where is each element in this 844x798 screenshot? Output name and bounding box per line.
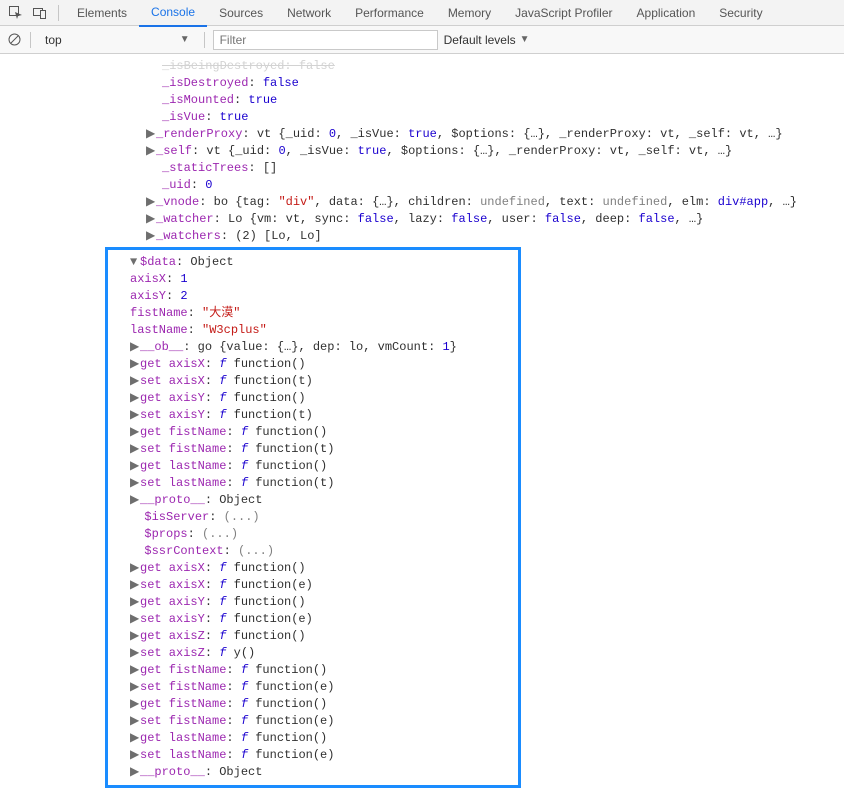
console-line[interactable]: ▶_watcher: Lo {vm: vt, sync: false, lazy…: [0, 211, 844, 228]
console-line[interactable]: ▶__proto__: Object: [108, 492, 518, 509]
separator: [30, 32, 31, 48]
console-line[interactable]: ▶set fistName: f function(e): [108, 713, 518, 730]
console-line: axisY: 2: [108, 288, 518, 305]
console-line: _isMounted: true: [0, 92, 844, 109]
console-line: _uid: 0: [0, 177, 844, 194]
console-line[interactable]: ▶set axisY: f function(e): [108, 611, 518, 628]
console-line[interactable]: ▶set fistName: f function(t): [108, 441, 518, 458]
disclosure-arrow-icon[interactable]: ▶: [130, 339, 140, 356]
console-line: _staticTrees: []: [0, 160, 844, 177]
inspect-icon[interactable]: [8, 5, 24, 21]
console-line[interactable]: ▶get axisZ: f function(): [108, 628, 518, 645]
console-line: _isDestroyed: false: [0, 75, 844, 92]
disclosure-arrow-icon[interactable]: ▶: [130, 492, 140, 509]
console-line[interactable]: ▶set lastName: f function(e): [108, 747, 518, 764]
console-line[interactable]: ▶get fistName: f function(): [108, 696, 518, 713]
separator: [58, 5, 59, 21]
tab-security[interactable]: Security: [707, 0, 774, 26]
disclosure-arrow-icon[interactable]: ▶: [146, 143, 156, 160]
console-output: _isBeingDestroyed: false _isDestroyed: f…: [0, 54, 844, 798]
console-line[interactable]: ▶set lastName: f function(t): [108, 475, 518, 492]
console-line[interactable]: ▶get axisX: f function(): [108, 356, 518, 373]
chevron-down-icon: ▼: [520, 34, 530, 45]
disclosure-arrow-icon[interactable]: ▶: [130, 611, 140, 628]
console-line[interactable]: ▶get fistName: f function(): [108, 424, 518, 441]
disclosure-arrow-icon[interactable]: ▶: [130, 577, 140, 594]
disclosure-arrow-icon[interactable]: ▶: [130, 356, 140, 373]
console-line[interactable]: ▶set axisZ: f y(): [108, 645, 518, 662]
console-line[interactable]: ▶_watchers: (2) [Lo, Lo]: [0, 228, 844, 245]
console-line[interactable]: ▶get axisY: f function(): [108, 594, 518, 611]
console-line[interactable]: ▶set axisY: f function(t): [108, 407, 518, 424]
console-line[interactable]: ▶__ob__: go {value: {…}, dep: lo, vmCoun…: [108, 339, 518, 356]
console-line[interactable]: ▶_vnode: bo {tag: "div", data: {…}, chil…: [0, 194, 844, 211]
disclosure-arrow-icon[interactable]: ▶: [130, 628, 140, 645]
levels-label: Default levels: [444, 33, 516, 47]
console-line[interactable]: ▶__proto__: Object: [108, 764, 518, 781]
console-line[interactable]: ▶get axisX: f function(): [108, 560, 518, 577]
console-line[interactable]: ▶set axisX: f function(e): [108, 577, 518, 594]
disclosure-arrow-icon[interactable]: ▶: [130, 662, 140, 679]
disclosure-arrow-icon[interactable]: ▶: [130, 407, 140, 424]
disclosure-arrow-icon[interactable]: ▶: [130, 475, 140, 492]
console-toolbar: top ▼ Default levels ▼: [0, 26, 844, 54]
console-line[interactable]: ▶_renderProxy: vt {_uid: 0, _isVue: true…: [0, 126, 844, 143]
chevron-down-icon: ▼: [180, 34, 190, 45]
highlighted-region: ▼$data: Object axisX: 1 axisY: 2 fistNam…: [105, 247, 521, 788]
console-line: lastName: "W3cplus": [108, 322, 518, 339]
tab-sources[interactable]: Sources: [207, 0, 275, 26]
console-line[interactable]: ▶get lastName: f function(): [108, 730, 518, 747]
disclosure-arrow-icon[interactable]: ▶: [130, 645, 140, 662]
disclosure-arrow-icon[interactable]: ▶: [130, 713, 140, 730]
disclosure-arrow-icon[interactable]: ▶: [146, 211, 156, 228]
console-line[interactable]: $ssrContext: (...): [108, 543, 518, 560]
console-line[interactable]: ▶_self: vt {_uid: 0, _isVue: true, $opti…: [0, 143, 844, 160]
devtools-tabbar: Elements Console Sources Network Perform…: [0, 0, 844, 26]
console-line: fistName: "大漠": [108, 305, 518, 322]
disclosure-arrow-icon[interactable]: ▶: [130, 747, 140, 764]
filter-input[interactable]: [213, 30, 438, 50]
separator: [204, 32, 205, 48]
disclosure-arrow-icon[interactable]: ▶: [146, 194, 156, 211]
console-line[interactable]: ▶get axisY: f function(): [108, 390, 518, 407]
context-label: top: [45, 33, 62, 47]
disclosure-arrow-icon[interactable]: ▶: [130, 594, 140, 611]
console-line[interactable]: ▶set axisX: f function(t): [108, 373, 518, 390]
disclosure-arrow-icon[interactable]: ▶: [130, 441, 140, 458]
disclosure-arrow-icon[interactable]: ▶: [130, 458, 140, 475]
tab-memory[interactable]: Memory: [436, 0, 503, 26]
disclosure-arrow-icon[interactable]: ▼: [130, 254, 140, 271]
disclosure-arrow-icon[interactable]: ▶: [146, 228, 156, 245]
tab-elements[interactable]: Elements: [65, 0, 139, 26]
disclosure-arrow-icon[interactable]: ▶: [130, 373, 140, 390]
device-icon[interactable]: [32, 5, 48, 21]
console-line: _isVue: true: [0, 109, 844, 126]
console-line: axisX: 1: [108, 271, 518, 288]
tab-application[interactable]: Application: [625, 0, 708, 26]
disclosure-arrow-icon[interactable]: ▶: [130, 390, 140, 407]
disclosure-arrow-icon[interactable]: ▶: [130, 764, 140, 781]
clear-console-icon[interactable]: [6, 32, 22, 48]
disclosure-arrow-icon[interactable]: ▶: [130, 424, 140, 441]
tab-performance[interactable]: Performance: [343, 0, 436, 26]
disclosure-arrow-icon[interactable]: ▶: [130, 560, 140, 577]
disclosure-arrow-icon[interactable]: ▶: [146, 126, 156, 143]
disclosure-arrow-icon[interactable]: ▶: [130, 679, 140, 696]
console-line: _isBeingDestroyed: false: [0, 58, 844, 75]
context-selector[interactable]: top ▼: [39, 31, 196, 49]
console-line[interactable]: ▶get fistName: f function(): [108, 662, 518, 679]
disclosure-arrow-icon[interactable]: ▶: [130, 696, 140, 713]
console-line[interactable]: $isServer: (...): [108, 509, 518, 526]
disclosure-arrow-icon[interactable]: ▶: [130, 730, 140, 747]
console-line[interactable]: ▶get lastName: f function(): [108, 458, 518, 475]
log-levels-selector[interactable]: Default levels ▼: [444, 33, 530, 47]
console-line[interactable]: ▶set fistName: f function(e): [108, 679, 518, 696]
console-line[interactable]: ▼$data: Object: [108, 254, 518, 271]
tab-jsprofiler[interactable]: JavaScript Profiler: [503, 0, 624, 26]
tab-console[interactable]: Console: [139, 0, 207, 27]
tab-network[interactable]: Network: [275, 0, 343, 26]
console-line[interactable]: $props: (...): [108, 526, 518, 543]
